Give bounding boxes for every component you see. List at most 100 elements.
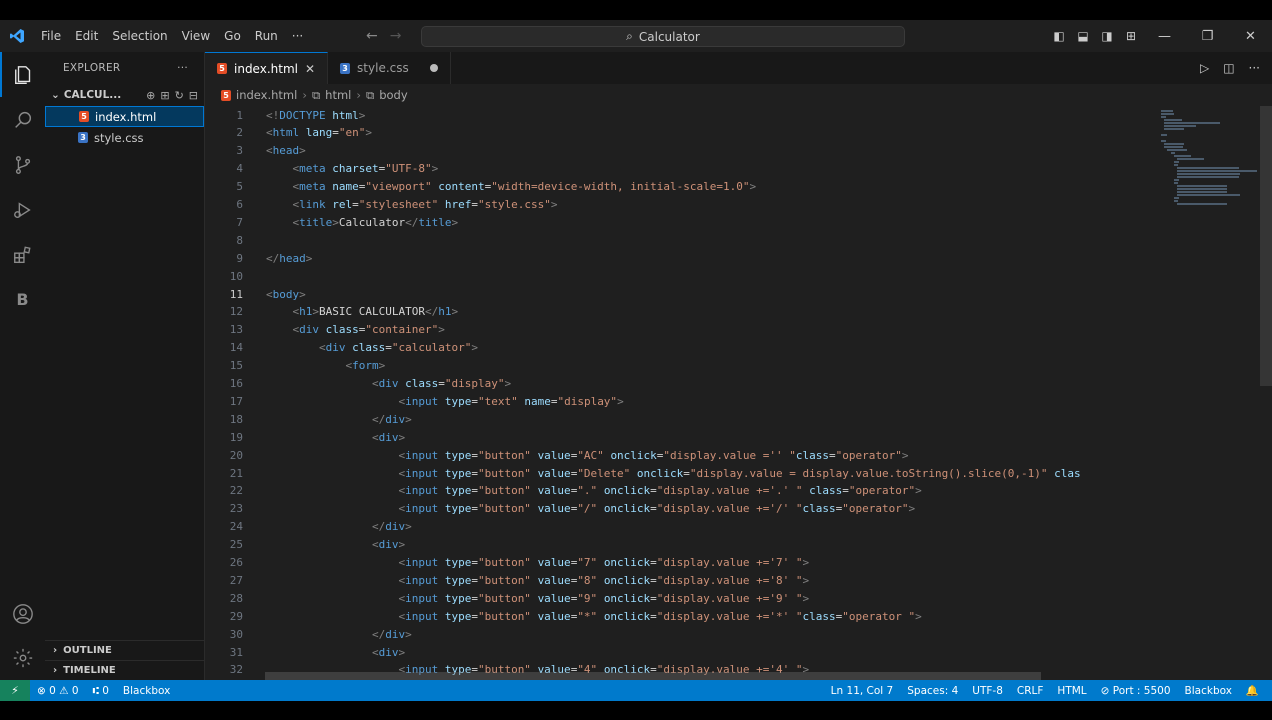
code-editor[interactable]: 1 <!DOCTYPE html> 2 <html lang="en"> 3 <head>… <box>205 106 1272 680</box>
collapse-all-icon[interactable]: ⊟ <box>189 89 198 102</box>
code-line[interactable]: 22 <input type="button" value="." onclic… <box>205 482 1155 500</box>
outline-section[interactable]: › OUTLINE <box>45 640 205 660</box>
code-line[interactable]: 21 <input type="button" value="Delete" o… <box>205 464 1155 482</box>
code-line[interactable]: 14 <div class="calculator"> <box>205 339 1155 357</box>
timeline-section[interactable]: › TIMELINE <box>45 660 205 680</box>
menu-run[interactable]: Run <box>248 29 285 43</box>
minimap-line <box>1164 146 1183 148</box>
toggle-secondary-sidebar-icon[interactable]: ◨ <box>1095 29 1119 43</box>
refresh-icon[interactable]: ↻ <box>175 89 184 102</box>
remote-indicator[interactable]: ⚡ <box>0 680 30 701</box>
blackbox-status[interactable]: Blackbox <box>116 685 177 697</box>
notifications-bell-icon[interactable]: 🔔 <box>1239 684 1266 697</box>
menu-file[interactable]: File <box>34 29 68 43</box>
code-line[interactable]: 31 <div> <box>205 643 1155 661</box>
encoding[interactable]: UTF-8 <box>965 685 1010 697</box>
line-source: <form> <box>345 359 386 373</box>
settings-gear-icon[interactable] <box>0 635 45 680</box>
files-icon[interactable] <box>0 52 45 97</box>
code-line[interactable]: 29 <input type="button" value="*" onclic… <box>205 607 1155 625</box>
source-control-icon[interactable] <box>0 142 45 187</box>
live-server-port[interactable]: ⊘ Port : 5500 <box>1094 685 1178 697</box>
unsaved-dot-icon[interactable] <box>429 64 438 72</box>
search-icon[interactable] <box>0 97 45 142</box>
code-line[interactable]: 18 </div> <box>205 410 1155 428</box>
new-folder-icon[interactable]: ⊞ <box>160 89 169 102</box>
blackbox-status-right[interactable]: Blackbox <box>1178 685 1239 697</box>
line-source: <link rel="stylesheet" href="style.css"> <box>292 198 558 211</box>
folder-row[interactable]: ⌄ CALCUL... ⊕ ⊞ ↻ ⊟ <box>45 84 204 106</box>
back-arrow-icon[interactable]: ← <box>366 28 378 44</box>
new-file-icon[interactable]: ⊕ <box>146 89 155 102</box>
code-line[interactable]: 27 <input type="button" value="8" onclic… <box>205 571 1155 589</box>
menu-edit[interactable]: Edit <box>68 29 105 43</box>
code-line[interactable]: 10 <box>205 267 1155 285</box>
code-line[interactable]: 1 <!DOCTYPE html> <box>205 106 1155 124</box>
vertical-scrollbar[interactable] <box>1260 106 1272 386</box>
code-line[interactable]: 26 <input type="button" value="7" onclic… <box>205 554 1155 572</box>
language-mode[interactable]: HTML <box>1050 685 1093 697</box>
code-line[interactable]: 30 </div> <box>205 625 1155 643</box>
code-line[interactable]: 12 <h1>BASIC CALCULATOR</h1> <box>205 303 1155 321</box>
line-source: </div> <box>371 520 412 534</box>
forward-arrow-icon[interactable]: → <box>390 28 402 44</box>
menu-selection[interactable]: Selection <box>105 29 174 43</box>
code-line[interactable]: 6 <link rel="stylesheet" href="style.css… <box>205 196 1155 214</box>
blackbox-icon[interactable]: B <box>0 277 45 322</box>
code-line[interactable]: 5 <meta name="viewport" content="width=d… <box>205 178 1155 196</box>
file-item-style-css[interactable]: 3 style.css <box>45 127 204 148</box>
file-item-index-html[interactable]: 5 index.html <box>45 106 204 127</box>
explorer-sidebar: EXPLORER ··· ⌄ CALCUL... ⊕ ⊞ ↻ ⊟ 5 index… <box>45 52 205 680</box>
line-source: <input type="button" value="." onclick="… <box>398 484 922 498</box>
tab-style-css[interactable]: 3 style.css <box>328 52 451 84</box>
menu-more[interactable]: ··· <box>285 29 310 43</box>
menu-go[interactable]: Go <box>217 29 248 43</box>
problems-indicator[interactable]: ⊗ 0 ⚠ 0 <box>30 685 86 697</box>
minimap[interactable] <box>1155 106 1259 216</box>
breadcrumb-file[interactable]: index.html <box>236 88 297 102</box>
menu-view[interactable]: View <box>175 29 217 43</box>
extensions-icon[interactable] <box>0 232 45 277</box>
more-actions-icon[interactable]: ··· <box>177 62 188 74</box>
split-editor-icon[interactable]: ◫ <box>1223 61 1234 75</box>
code-line[interactable]: 11 <body> <box>205 285 1155 303</box>
close-window-button[interactable]: ✕ <box>1229 29 1272 44</box>
indentation[interactable]: Spaces: 4 <box>900 685 965 697</box>
line-endings[interactable]: CRLF <box>1010 685 1051 697</box>
code-line[interactable]: 13 <div class="container"> <box>205 321 1155 339</box>
code-line[interactable]: 7 <title>Calculator</title> <box>205 213 1155 231</box>
code-line[interactable]: 17 <input type="text" name="display"> <box>205 392 1155 410</box>
command-center[interactable]: ⌕ Calculator <box>421 26 905 47</box>
run-debug-icon[interactable] <box>0 187 45 232</box>
code-line[interactable]: 15 <form> <box>205 357 1155 375</box>
toggle-panel-icon[interactable]: ⬓ <box>1071 29 1095 43</box>
account-icon[interactable] <box>0 591 45 636</box>
code-line[interactable]: 16 <div class="display"> <box>205 375 1155 393</box>
ports-indicator[interactable]: ⑆ 0 <box>86 685 116 697</box>
minimize-button[interactable]: — <box>1143 29 1186 44</box>
run-play-icon[interactable]: ▷ <box>1200 61 1209 75</box>
cursor-position[interactable]: Ln 11, Col 7 <box>824 685 901 697</box>
more-actions-icon[interactable]: ··· <box>1249 61 1260 75</box>
code-line[interactable]: 9 </head> <box>205 249 1155 267</box>
minimap-line <box>1177 203 1227 205</box>
code-line[interactable]: 8 <box>205 231 1155 249</box>
horizontal-scrollbar[interactable] <box>265 672 1041 680</box>
code-line[interactable]: 2 <html lang="en"> <box>205 124 1155 142</box>
code-line[interactable]: 20 <input type="button" value="AC" oncli… <box>205 446 1155 464</box>
code-line[interactable]: 24 </div> <box>205 518 1155 536</box>
code-line[interactable]: 4 <meta charset="UTF-8"> <box>205 160 1155 178</box>
code-line[interactable]: 3 <head> <box>205 142 1155 160</box>
code-line[interactable]: 23 <input type="button" value="/" onclic… <box>205 500 1155 518</box>
breadcrumb-html[interactable]: html <box>325 88 351 102</box>
code-line[interactable]: 19 <div> <box>205 428 1155 446</box>
line-source: <input type="text" name="display"> <box>398 394 624 408</box>
code-line[interactable]: 25 <div> <box>205 536 1155 554</box>
breadcrumb-body[interactable]: body <box>379 88 407 102</box>
close-tab-icon[interactable]: ✕ <box>305 62 315 76</box>
toggle-primary-sidebar-icon[interactable]: ◧ <box>1047 29 1071 43</box>
tab-index-html[interactable]: 5 index.html ✕ <box>205 52 329 84</box>
code-line[interactable]: 28 <input type="button" value="9" onclic… <box>205 589 1155 607</box>
restore-button[interactable]: ❐ <box>1186 29 1229 44</box>
customize-layout-icon[interactable]: ⊞ <box>1119 29 1143 43</box>
